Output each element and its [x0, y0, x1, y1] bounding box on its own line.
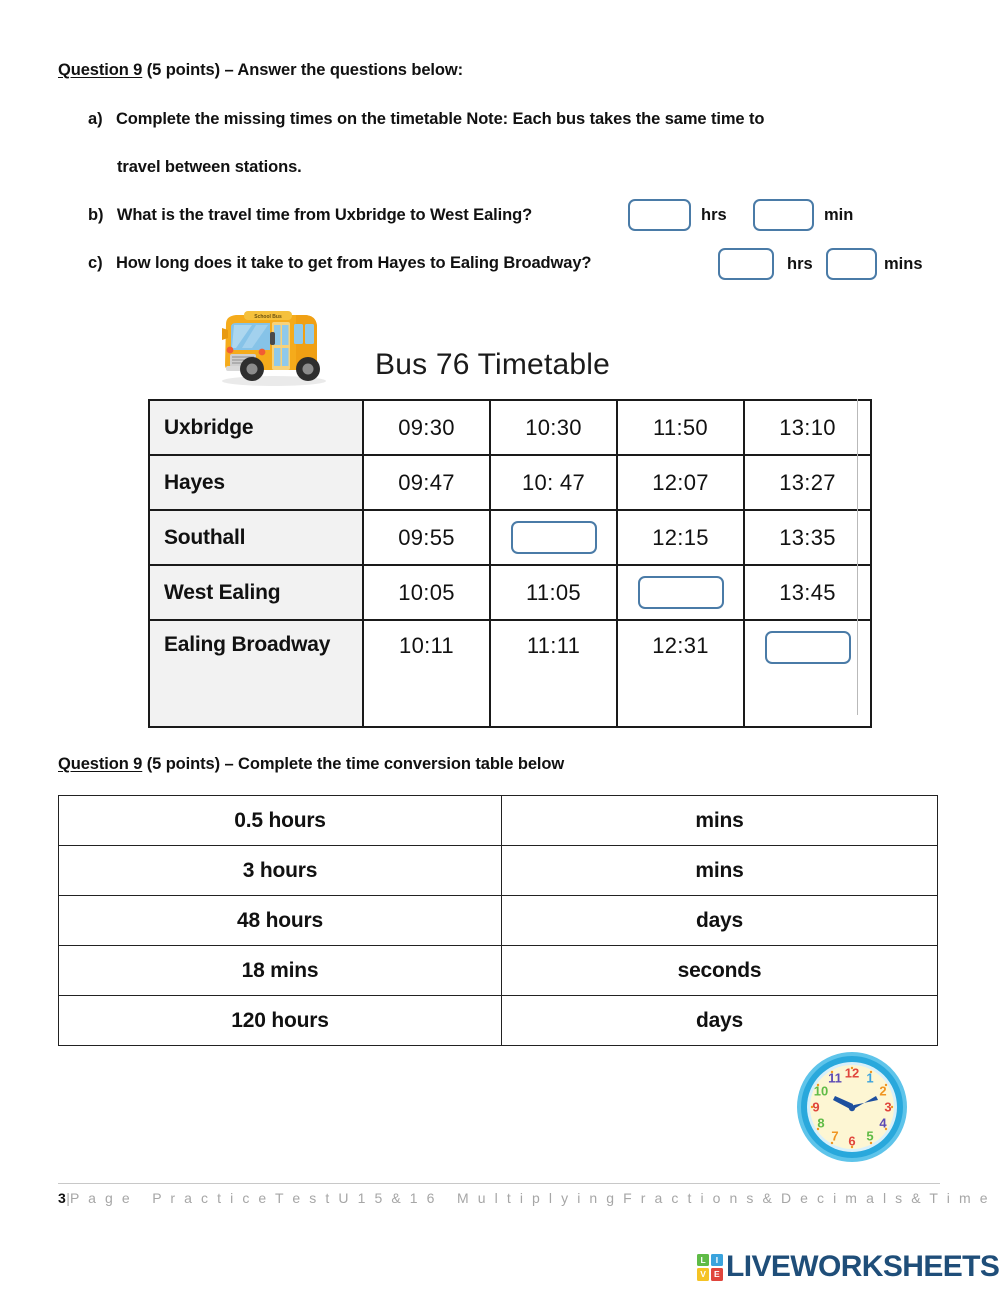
question-9a-heading: Question 9 (5 points) – Answer the quest…	[58, 61, 463, 80]
conversion-from-cell: 3 hours	[58, 845, 502, 896]
svg-text:7: 7	[831, 1128, 838, 1143]
svg-text:1: 1	[866, 1070, 873, 1085]
question-9b-label: Question 9	[58, 755, 143, 773]
timetable-edge-line	[857, 399, 858, 715]
conversion-from-cell: 120 hours	[58, 995, 502, 1046]
time-cell: 10:05	[362, 564, 491, 621]
svg-text:10: 10	[814, 1083, 828, 1098]
analog-clock-icon: 12 1 2 3 4 5 6 7 8 9 10 11	[797, 1052, 907, 1162]
timetable-answer-input-west-ealing[interactable]	[637, 576, 724, 609]
time-cell-blank[interactable]	[616, 564, 745, 621]
timetable-answer-input-ealing-broadway[interactable]	[764, 631, 851, 664]
time-cell: 10:30	[489, 399, 618, 456]
conversion-to-cell[interactable]: seconds	[501, 945, 938, 996]
footer: 3|P a g eP r a c t i c e T e s t U 1 5 &…	[58, 1190, 991, 1206]
item-c-hours-input[interactable]	[718, 248, 774, 280]
time-cell: 10:11	[362, 619, 491, 728]
conversion-from-cell: 18 mins	[58, 945, 502, 996]
conversion-to-cell[interactable]: mins	[501, 845, 938, 896]
page-word: P a g e	[69, 1190, 133, 1206]
item-a-marker: a)	[88, 110, 103, 128]
time-cell: 11:50	[616, 399, 745, 456]
svg-text:3: 3	[884, 1099, 891, 1114]
table-row: 3 hours mins	[58, 845, 938, 896]
liveworksheets-mark-icon: L I V E	[697, 1253, 723, 1281]
station-name-cell: Uxbridge	[148, 399, 364, 456]
item-b-hours-unit-label: hrs	[701, 206, 727, 224]
conversion-from-cell: 0.5 hours	[58, 795, 502, 846]
timetable-title: Bus 76 Timetable	[375, 348, 610, 381]
question-item-a: a) Complete the missing times on the tim…	[88, 110, 948, 129]
table-row: 48 hours days	[58, 895, 938, 946]
bus-timetable: Uxbridge 09:30 10:30 11:50 13:10 Hayes 0…	[148, 399, 872, 728]
time-cell: 09:55	[362, 509, 491, 566]
table-row: Ealing Broadway 10:11 11:11 12:31	[148, 619, 872, 728]
time-conversion-table: 0.5 hours mins 3 hours mins 48 hours day…	[58, 795, 938, 1046]
table-row: Hayes 09:47 10: 47 12:07 13:27	[148, 454, 872, 511]
question-9a-label: Question 9	[58, 61, 143, 79]
logo-letter-l: L	[697, 1253, 710, 1267]
item-c-minutes-unit-label: mins	[884, 255, 923, 273]
time-cell: 12:07	[616, 454, 745, 511]
item-a-line2: travel between stations.	[117, 158, 302, 176]
liveworksheets-logo[interactable]: L I V E LIVEWORKSHEETS	[697, 1249, 1000, 1285]
logo-letter-i: I	[710, 1253, 723, 1267]
time-cell: 13:45	[743, 564, 872, 621]
table-row: Uxbridge 09:30 10:30 11:50 13:10	[148, 399, 872, 456]
time-cell-blank[interactable]	[489, 509, 618, 566]
svg-text:9: 9	[812, 1099, 819, 1114]
table-row: West Ealing 10:05 11:05 13:45	[148, 564, 872, 621]
logo-letter-e: E	[710, 1267, 723, 1281]
footer-divider	[58, 1183, 940, 1184]
station-name-cell: Hayes	[148, 454, 364, 511]
footer-doc-subtitle: M u l t i p l y i n g F r a c t i o n s …	[457, 1190, 991, 1206]
item-c-text: How long does it take to get from Hayes …	[115, 254, 592, 272]
item-b-minutes-unit-label: min	[824, 206, 854, 224]
time-cell: 12:31	[616, 619, 745, 728]
conversion-from-cell: 48 hours	[58, 895, 502, 946]
station-name-cell: Ealing Broadway	[148, 619, 364, 728]
time-cell: 13:10	[743, 399, 872, 456]
footer-doc-title: P r a c t i c e T e s t U 1 5 & 1 6	[152, 1190, 438, 1206]
svg-text:11: 11	[828, 1070, 842, 1085]
question-item-b: b) What is the travel time from Uxbridge…	[88, 206, 532, 225]
table-row: 120 hours days	[58, 995, 938, 1046]
station-name-cell: West Ealing	[148, 564, 364, 621]
time-cell: 09:30	[362, 399, 491, 456]
question-9b-heading-rest: (5 points) – Complete the time conversio…	[142, 755, 565, 773]
conversion-to-cell[interactable]: days	[501, 995, 938, 1046]
time-cell: 11:05	[489, 564, 618, 621]
time-cell: 11:11	[489, 619, 618, 728]
item-b-marker: b)	[88, 206, 104, 224]
time-cell: 13:27	[743, 454, 872, 511]
item-a-line1: Complete the missing times on the timeta…	[115, 110, 765, 128]
time-cell: 10: 47	[489, 454, 618, 511]
item-c-marker: c)	[88, 254, 103, 272]
timetable-answer-input-southall[interactable]	[510, 521, 597, 554]
school-bus-icon: School Bus	[222, 311, 326, 386]
item-c-hours-unit-label: hrs	[787, 255, 813, 273]
item-b-text: What is the travel time from Uxbridge to…	[116, 206, 533, 224]
station-name-cell: Southall	[148, 509, 364, 566]
table-row: 18 mins seconds	[58, 945, 938, 996]
conversion-to-cell[interactable]: days	[501, 895, 938, 946]
item-b-minutes-input[interactable]	[753, 199, 814, 231]
svg-text:School Bus: School Bus	[254, 314, 282, 320]
svg-text:5: 5	[866, 1128, 873, 1143]
table-row: Southall 09:55 12:15 13:35	[148, 509, 872, 566]
time-cell: 09:47	[362, 454, 491, 511]
time-cell: 12:15	[616, 509, 745, 566]
item-c-minutes-input[interactable]	[826, 248, 877, 280]
item-b-hours-input[interactable]	[628, 199, 691, 231]
liveworksheets-wordmark: LIVEWORKSHEETS	[726, 1250, 1000, 1283]
time-cell: 13:35	[743, 509, 872, 566]
question-9b-heading: Question 9 (5 points) – Complete the tim…	[58, 755, 564, 774]
question-9a-heading-rest: (5 points) – Answer the questions below:	[142, 61, 464, 79]
question-item-c: c) How long does it take to get from Hay…	[88, 254, 591, 273]
conversion-to-cell[interactable]: mins	[501, 795, 938, 846]
logo-letter-v: V	[697, 1267, 710, 1281]
table-row: 0.5 hours mins	[58, 795, 938, 846]
time-cell-blank[interactable]	[743, 619, 872, 728]
